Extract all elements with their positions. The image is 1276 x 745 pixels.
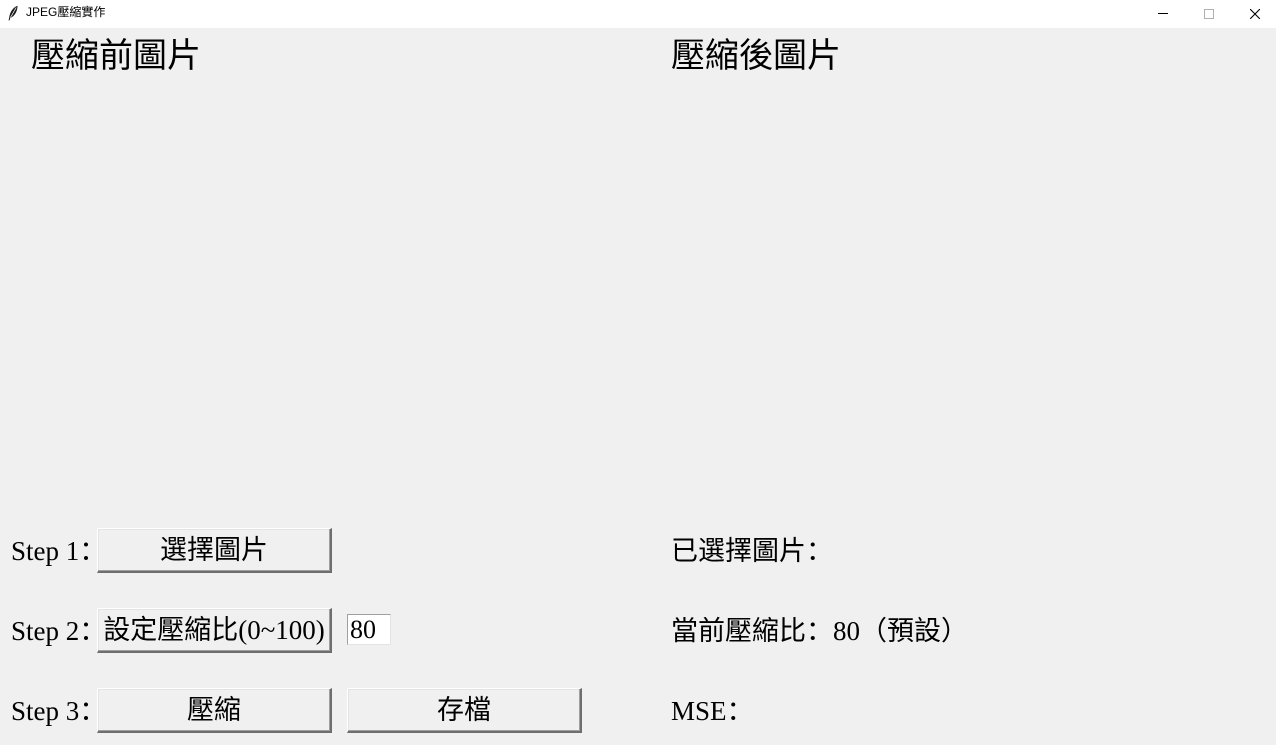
maximize-button[interactable] xyxy=(1186,0,1232,28)
feather-icon xyxy=(7,5,19,21)
set-ratio-button[interactable]: 設定壓縮比(0~100) xyxy=(97,608,332,653)
maximize-icon xyxy=(1204,9,1214,19)
save-button[interactable]: 存檔 xyxy=(347,688,582,733)
close-icon xyxy=(1250,9,1260,19)
title-bar[interactable]: JPEG壓縮實作 xyxy=(0,0,1276,28)
close-button[interactable] xyxy=(1232,0,1276,28)
window-title: JPEG壓縮實作 xyxy=(26,5,106,19)
select-image-button[interactable]: 選擇圖片 xyxy=(97,528,332,573)
compress-button[interactable]: 壓縮 xyxy=(97,688,332,733)
step1-label: Step 1： xyxy=(11,536,107,566)
ratio-input[interactable] xyxy=(347,614,391,645)
selected-image-label: 已選擇圖片： xyxy=(671,536,833,566)
step3-label: Step 3： xyxy=(11,696,107,726)
app-window: JPEG壓縮實作 壓縮前圖片 壓縮後圖片 Step 1： 選擇圖片 Step 2… xyxy=(0,0,1276,745)
mse-label: MSE： xyxy=(671,696,754,726)
before-image-title: 壓縮前圖片 xyxy=(31,38,201,75)
current-ratio-label: 當前壓縮比：80（預設） xyxy=(671,616,968,646)
minimize-icon xyxy=(1158,13,1168,14)
after-image-title: 壓縮後圖片 xyxy=(671,38,841,75)
minimize-button[interactable] xyxy=(1140,0,1186,28)
step2-label: Step 2： xyxy=(11,616,107,646)
